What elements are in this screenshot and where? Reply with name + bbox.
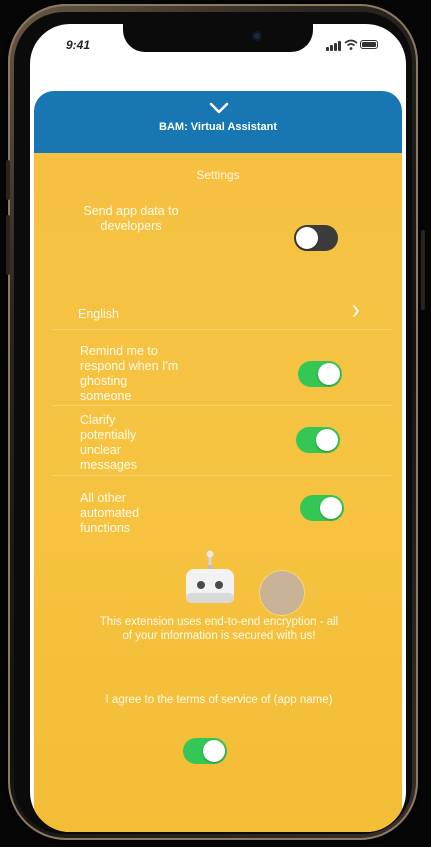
settings-title: Settings [196, 168, 240, 182]
language-label[interactable]: English [78, 307, 119, 322]
toggle-knob [316, 429, 338, 451]
front-camera [252, 31, 262, 41]
signal-icon [334, 43, 337, 51]
automated-functions-label: All other automated functions [80, 491, 140, 535]
terms-agree-toggle[interactable] [183, 738, 227, 764]
status-time: 9:41 [66, 38, 91, 52]
settings-panel: Settings Send app data to developers Eng… [34, 153, 402, 832]
signal-icon [330, 45, 333, 51]
encryption-info-text: This extension uses end-to-end encryptio… [99, 616, 339, 642]
send-app-data-toggle[interactable] [294, 225, 338, 251]
stage: 9:41 BAM: Virtual Assistant Settings Sen… [0, 0, 431, 847]
sheet-header: BAM: Virtual Assistant [34, 91, 402, 153]
toggle-knob [318, 363, 340, 385]
toggle-knob [296, 227, 318, 249]
sheet-title: BAM: Virtual Assistant [159, 121, 277, 133]
divider [52, 329, 392, 330]
chevron-down-icon[interactable] [209, 101, 229, 115]
signal-icon [326, 47, 329, 51]
battery-icon [360, 40, 378, 49]
toggle-knob [320, 497, 342, 519]
robot-icon [186, 550, 234, 603]
avatar [260, 571, 304, 615]
send-app-data-label: Send app data to developers [83, 204, 179, 233]
remind-ghosting-toggle[interactable] [298, 361, 342, 387]
side-button [6, 215, 10, 275]
signal-icon [338, 41, 341, 51]
remind-ghosting-label: Remind me to respond when I'm ghosting s… [80, 344, 179, 403]
side-button [421, 230, 425, 310]
divider [52, 405, 392, 406]
wifi-icon [344, 39, 358, 50]
notch [123, 24, 313, 52]
phone-screen: 9:41 BAM: Virtual Assistant Settings Sen… [30, 24, 406, 832]
clarify-messages-toggle[interactable] [296, 427, 340, 453]
clarify-messages-label: Clarify potentially unclear messages [80, 413, 137, 472]
side-button [6, 160, 10, 200]
terms-label: I agree to the terms of service of (app … [105, 694, 333, 706]
divider [52, 475, 392, 476]
chevron-right-icon[interactable] [352, 305, 360, 317]
toggle-knob [203, 740, 225, 762]
status-bar: 9:41 [30, 24, 406, 64]
automated-functions-toggle[interactable] [300, 495, 344, 521]
status-icons [326, 39, 378, 51]
